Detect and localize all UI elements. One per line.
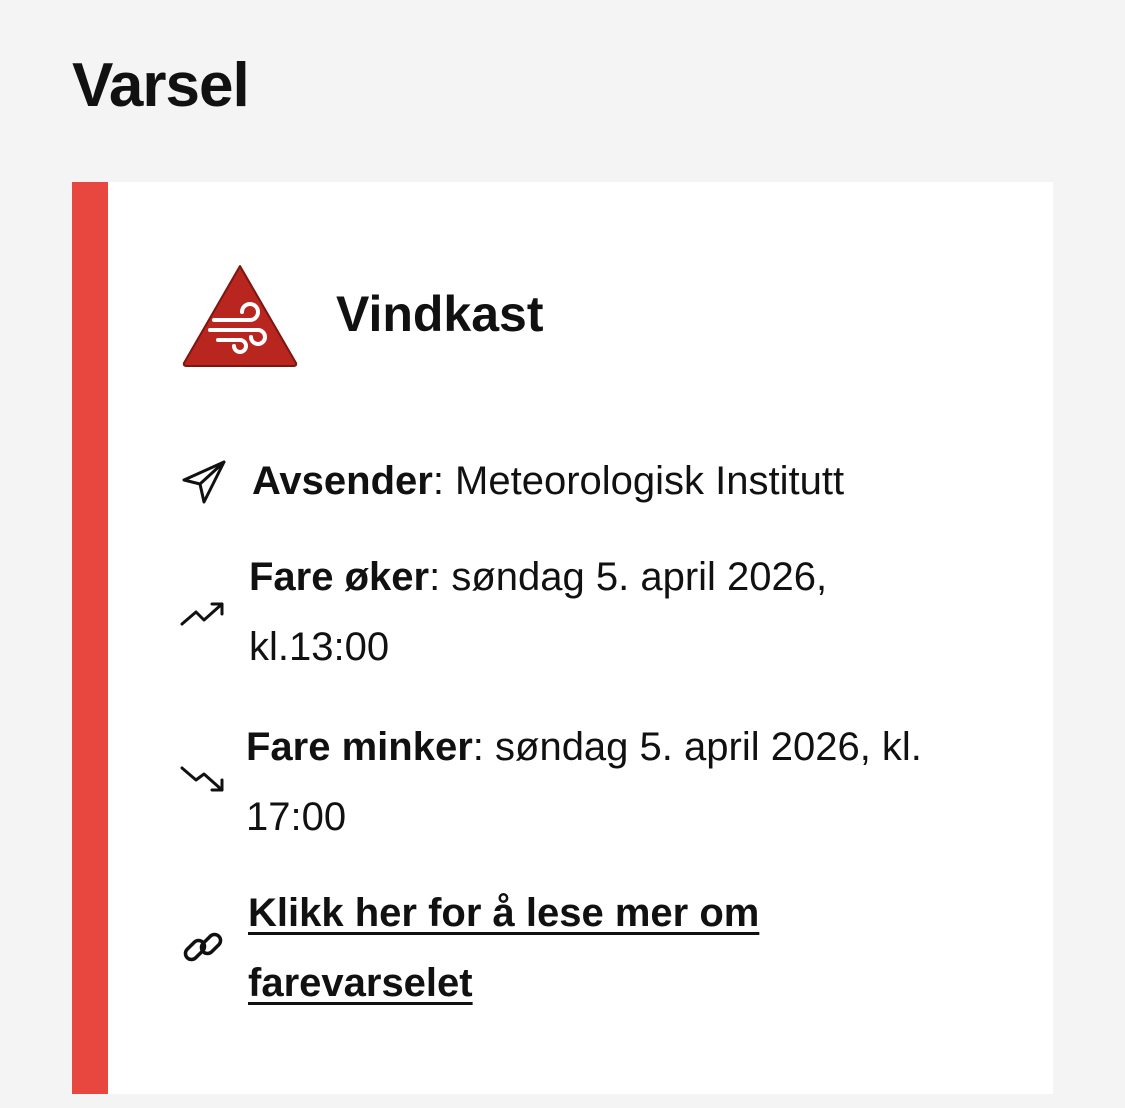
link-icon bbox=[183, 932, 223, 962]
danger-decreases-text: Fare minker: søndag 5. april 2026, kl. 1… bbox=[246, 712, 1006, 852]
page-title: Varsel bbox=[72, 51, 250, 120]
danger-decreases-label: Fare minker bbox=[246, 725, 473, 769]
danger-increases-label: Fare øker bbox=[249, 555, 430, 599]
warning-title: Vindkast bbox=[336, 286, 544, 342]
danger-decreases-row: Fare minker: søndag 5. april 2026, kl. 1… bbox=[180, 712, 1010, 852]
read-more-text: Klikk her for å lese mer om farevarselet bbox=[248, 878, 868, 1018]
sender-row: Avsender: Meteorologisk Institutt bbox=[180, 446, 1010, 516]
danger-increases-row: Fare øker: søndag 5. april 2026, kl.13:0… bbox=[180, 542, 1010, 682]
wind-warning-icon bbox=[182, 265, 298, 367]
warning-card: Vindkast Avsender: Meteorologisk Institu… bbox=[72, 182, 1053, 1094]
sender-value: : Meteorologisk Institutt bbox=[432, 459, 845, 503]
warning-level-stripe bbox=[72, 182, 108, 1094]
sender-label: Avsender bbox=[252, 459, 433, 503]
trend-down-icon bbox=[180, 766, 224, 792]
sender-text: Avsender: Meteorologisk Institutt bbox=[252, 446, 1012, 516]
send-icon bbox=[182, 460, 226, 504]
read-more-row[interactable]: Klikk her for å lese mer om farevarselet bbox=[180, 878, 1010, 1018]
trend-up-icon bbox=[180, 602, 224, 626]
danger-increases-text: Fare øker: søndag 5. april 2026, kl.13:0… bbox=[249, 542, 929, 682]
read-more-link[interactable]: Klikk her for å lese mer om farevarselet bbox=[248, 891, 759, 1005]
